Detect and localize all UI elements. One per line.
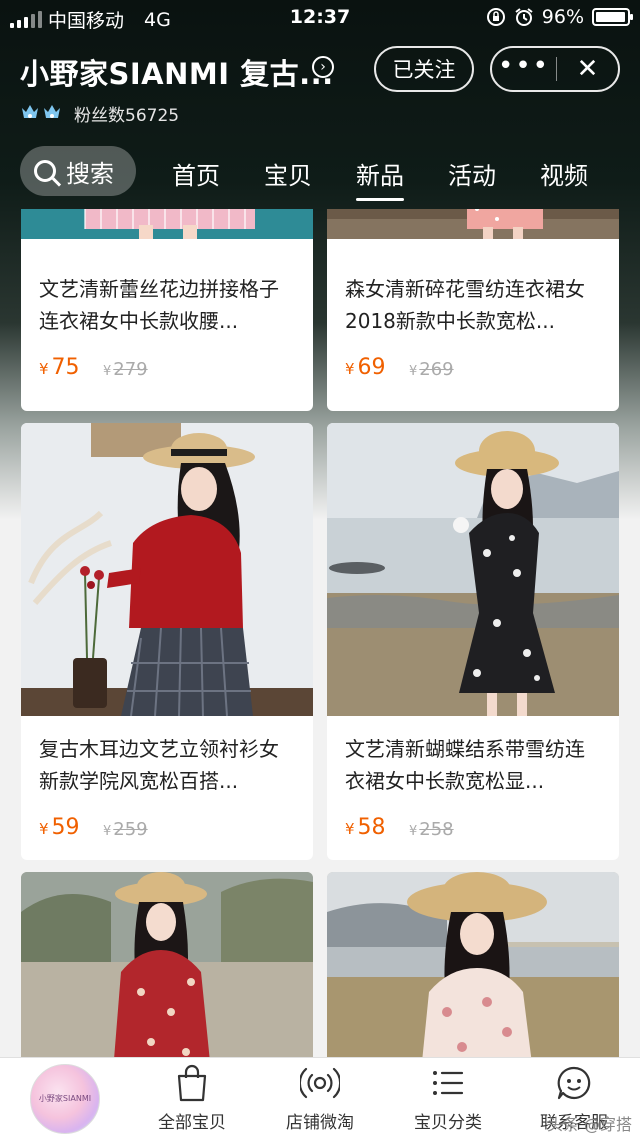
tab-events[interactable]: 活动 [448, 156, 496, 191]
chat-face-icon [557, 1066, 591, 1100]
product-price: ¥75 [39, 355, 80, 380]
nav-label: 全部宝贝 [158, 1113, 226, 1133]
product-card[interactable]: 文艺清新蝴蝶结系带雪纺连衣裙女中长款宽松显... ¥58 ¥258 [327, 423, 619, 860]
fans-count: 粉丝数56725 [74, 106, 180, 126]
close-icon[interactable]: ✕ [557, 54, 618, 84]
search-icon [34, 160, 56, 182]
product-title[interactable]: 文艺清新蕾丝花边拼接格子连衣裙女中长款收腰... [39, 273, 297, 337]
product-original-price: ¥258 [409, 819, 454, 840]
product-price: ¥58 [345, 815, 386, 840]
product-grid: 文艺清新蕾丝花边拼接格子连衣裙女中长款收腰... ¥75 ¥279 森女清新碎花… [21, 209, 619, 1057]
tab-products[interactable]: 宝贝 [264, 156, 312, 191]
search-button[interactable]: 搜索 [20, 146, 136, 196]
nav-label: 宝贝分类 [414, 1113, 482, 1133]
product-card[interactable] [21, 872, 313, 1057]
shop-avatar[interactable]: 小野家SIANMI [30, 1064, 100, 1134]
status-bar: 中国移动 4G 12:37 96% [0, 0, 640, 36]
nav-label: 店铺微淘 [286, 1113, 354, 1133]
shop-name[interactable]: 小野家SIANMI 复古... [20, 51, 334, 93]
more-icon[interactable]: ••• [492, 53, 556, 79]
list-icon [433, 1071, 464, 1095]
bottom-nav: 小野家SIANMI 全部宝贝 店铺微淘 宝贝分类 联系客服 头条 @穿搭 [0, 1057, 640, 1139]
chevron-right-icon[interactable]: › [312, 56, 334, 78]
follow-button[interactable]: 已关注 [374, 46, 474, 92]
product-image[interactable] [327, 872, 619, 1057]
mini-program-capsule: ••• ✕ [490, 46, 620, 92]
product-price: ¥59 [39, 815, 80, 840]
rotation-lock-icon [486, 8, 505, 26]
crown-badge-icon [20, 102, 64, 127]
product-original-price: ¥279 [103, 359, 148, 380]
product-title[interactable]: 文艺清新蝴蝶结系带雪纺连衣裙女中长款宽松显... [345, 733, 603, 797]
product-price: ¥69 [345, 355, 386, 380]
product-card[interactable]: 森女清新碎花雪纺连衣裙女2018新款中长款宽松... ¥69 ¥269 [327, 209, 619, 411]
watermark: 头条 @穿搭 [546, 1115, 632, 1134]
product-original-price: ¥269 [409, 359, 454, 380]
product-image[interactable] [21, 872, 313, 1057]
alarm-icon [515, 8, 533, 26]
product-original-price: ¥259 [103, 819, 148, 840]
search-label: 搜索 [66, 159, 114, 188]
product-image[interactable] [21, 423, 313, 716]
shop-tab-bar: 搜索 首页 宝贝 新品 活动 视频 [20, 144, 630, 201]
shopping-bag-icon [177, 1064, 207, 1102]
product-title[interactable]: 复古木耳边文艺立领衬衫女新款学院风宽松百搭... [39, 733, 297, 797]
tab-videos[interactable]: 视频 [540, 156, 588, 191]
broadcast-icon [300, 1067, 340, 1099]
product-card[interactable] [327, 872, 619, 1057]
nav-categories[interactable]: 宝贝分类 [388, 1064, 508, 1133]
product-image[interactable] [327, 423, 619, 716]
product-image[interactable] [327, 209, 619, 239]
nav-all-products[interactable]: 全部宝贝 [132, 1064, 252, 1133]
battery-percent: 96% [541, 6, 584, 28]
product-card[interactable]: 文艺清新蕾丝花边拼接格子连衣裙女中长款收腰... ¥75 ¥279 [21, 209, 313, 411]
tab-new[interactable]: 新品 [356, 156, 404, 201]
battery-icon [592, 8, 633, 26]
shop-avatar-text: 小野家SIANMI [38, 1094, 92, 1103]
shop-header: 小野家SIANMI 复古... › 粉丝数56725 已关注 ••• ✕ [20, 46, 620, 126]
nav-store-feed[interactable]: 店铺微淘 [260, 1064, 380, 1133]
tab-home[interactable]: 首页 [172, 156, 220, 191]
product-card[interactable]: 复古木耳边文艺立领衬衫女新款学院风宽松百搭... ¥59 ¥259 [21, 423, 313, 860]
product-image[interactable] [21, 209, 313, 239]
product-title[interactable]: 森女清新碎花雪纺连衣裙女2018新款中长款宽松... [345, 273, 603, 337]
